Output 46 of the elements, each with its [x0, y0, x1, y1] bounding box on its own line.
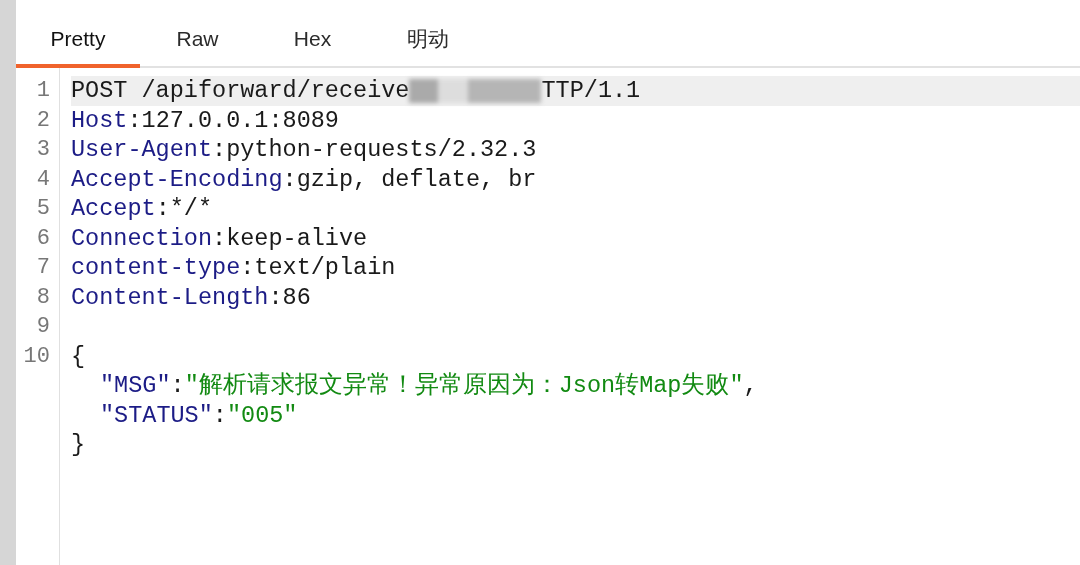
- line-number: 4: [35, 165, 50, 194]
- header-name: Connection: [71, 224, 213, 252]
- line-number: 1: [35, 77, 50, 105]
- header-separator: :: [212, 224, 227, 252]
- json-key: "STATUS": [100, 401, 213, 429]
- json-punctuation: {: [71, 342, 86, 370]
- header-separator: :: [155, 195, 170, 222]
- request-line-text: POST /apiforward/receive: [71, 77, 410, 104]
- request-line-text: TTP/1.1: [541, 77, 641, 104]
- line-number: 5: [35, 195, 50, 223]
- json-string: "005": [226, 401, 298, 429]
- header-separator: :: [240, 254, 255, 281]
- view-tab[interactable]: 明动: [370, 20, 485, 68]
- header-name: User-Agent: [71, 136, 213, 163]
- header-value: 86: [282, 283, 311, 311]
- view-tab[interactable]: Hex: [255, 20, 370, 68]
- header-separator: :: [268, 283, 283, 311]
- json-key: "MSG": [100, 372, 171, 399]
- header-name: content-type: [71, 254, 241, 281]
- json-punctuation: ,: [743, 372, 758, 399]
- line-number: 10: [22, 342, 50, 371]
- header-name: Host: [71, 106, 128, 134]
- header-name: Accept: [71, 195, 156, 222]
- header-name: Content-Length: [71, 283, 269, 311]
- line-number: 9: [35, 313, 50, 341]
- header-separator: :: [282, 165, 297, 193]
- line-number: 7: [35, 254, 50, 282]
- line-number: 2: [35, 106, 50, 135]
- line-number: 6: [35, 224, 50, 253]
- header-separator: :: [127, 106, 142, 134]
- header-value: 127.0.0.1:8089: [141, 106, 339, 134]
- json-punctuation: :: [212, 401, 227, 429]
- header-value: gzip, deflate, br: [296, 165, 537, 193]
- header-value: python-requests/2.32.3: [226, 136, 537, 163]
- line-number: 3: [35, 136, 50, 164]
- view-tab[interactable]: Raw: [140, 20, 255, 68]
- header-value: */*: [169, 195, 213, 222]
- json-punctuation: :: [170, 372, 185, 399]
- line-number: 8: [35, 283, 50, 312]
- header-separator: :: [212, 136, 227, 163]
- header-name: Accept-Encoding: [71, 165, 283, 193]
- header-value: keep-alive: [226, 224, 368, 252]
- json-punctuation: }: [71, 431, 86, 458]
- view-tab[interactable]: Pretty: [16, 20, 140, 68]
- json-string: "解析请求报文异常！异常原因为：Json转Map失败": [184, 372, 744, 399]
- header-value: text/plain: [254, 254, 396, 281]
